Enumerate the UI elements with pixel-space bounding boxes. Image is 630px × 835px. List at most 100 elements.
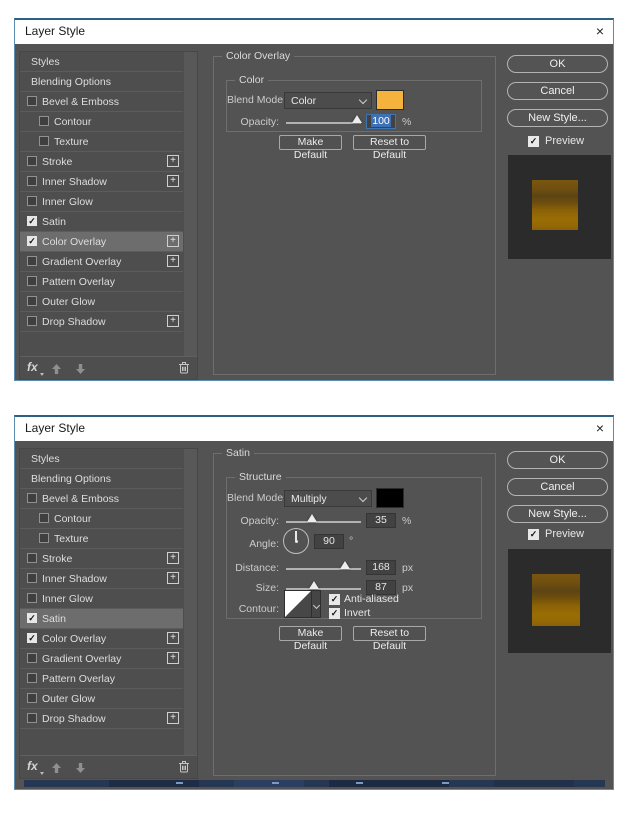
reset-to-default-button[interactable]: Reset to Default bbox=[353, 135, 426, 161]
sidebar-effect-row[interactable]: Inner Glow bbox=[20, 192, 183, 212]
sidebar-effect-row[interactable]: Inner Glow bbox=[20, 589, 183, 609]
ok-button[interactable]: OK bbox=[507, 55, 608, 73]
ok-button[interactable]: OK bbox=[507, 451, 608, 469]
move-up-icon[interactable] bbox=[51, 362, 62, 380]
add-instance-icon[interactable] bbox=[167, 235, 179, 247]
size-slider-thumb[interactable] bbox=[308, 581, 319, 589]
effect-checkbox[interactable] bbox=[27, 673, 37, 683]
sidebar-effect-row[interactable]: Color Overlay bbox=[20, 232, 183, 252]
effect-checkbox[interactable] bbox=[27, 96, 37, 106]
sidebar-effect-row[interactable]: Bevel & Emboss bbox=[20, 489, 183, 509]
close-icon[interactable]: × bbox=[596, 420, 604, 436]
contour-dropdown[interactable] bbox=[312, 590, 321, 618]
sidebar-effect-row[interactable]: Satin bbox=[20, 212, 183, 232]
angle-input[interactable]: 90 bbox=[314, 534, 344, 549]
effect-checkbox[interactable] bbox=[39, 136, 49, 146]
opacity-input[interactable]: 100 bbox=[366, 114, 396, 129]
sidebar-effect-row[interactable]: Gradient Overlay bbox=[20, 649, 183, 669]
move-down-icon[interactable] bbox=[75, 362, 86, 380]
angle-dial[interactable] bbox=[283, 528, 309, 554]
effect-checkbox[interactable] bbox=[27, 196, 37, 206]
opacity-input[interactable]: 35 bbox=[366, 513, 396, 528]
new-style-button[interactable]: New Style... bbox=[507, 109, 608, 127]
fx-icon[interactable]: fx bbox=[27, 759, 38, 773]
sidebar-effect-row[interactable]: Inner Shadow bbox=[20, 172, 183, 192]
sidebar-effect-row[interactable]: Satin bbox=[20, 609, 183, 629]
sidebar-scrollbar[interactable] bbox=[184, 449, 197, 755]
sidebar-effect-row[interactable]: Texture bbox=[20, 529, 183, 549]
satin-color-swatch[interactable] bbox=[376, 488, 404, 508]
fx-icon[interactable]: fx bbox=[27, 360, 38, 374]
sidebar-effect-row[interactable]: Pattern Overlay bbox=[20, 669, 183, 689]
make-default-button[interactable]: Make Default bbox=[279, 626, 342, 652]
titlebar[interactable]: Layer Style × bbox=[15, 20, 613, 44]
effect-checkbox[interactable] bbox=[27, 553, 37, 563]
blend-mode-dropdown[interactable]: Multiply bbox=[284, 490, 372, 507]
effect-checkbox[interactable] bbox=[39, 513, 49, 523]
sidebar-effect-row[interactable]: Gradient Overlay bbox=[20, 252, 183, 272]
cancel-button[interactable]: Cancel bbox=[507, 478, 608, 496]
distance-input[interactable]: 168 bbox=[366, 560, 396, 575]
titlebar[interactable]: Layer Style × bbox=[15, 417, 613, 441]
sidebar-effect-row[interactable]: Texture bbox=[20, 132, 183, 152]
trash-icon[interactable] bbox=[178, 361, 190, 379]
sidebar-effect-row[interactable]: Outer Glow bbox=[20, 689, 183, 709]
overlay-color-swatch[interactable] bbox=[376, 90, 404, 110]
sidebar-effect-row[interactable]: Pattern Overlay bbox=[20, 272, 183, 292]
add-instance-icon[interactable] bbox=[167, 155, 179, 167]
effect-checkbox[interactable] bbox=[27, 256, 37, 266]
distance-slider-thumb[interactable] bbox=[340, 561, 351, 569]
effect-checkbox[interactable] bbox=[27, 693, 37, 703]
move-up-icon[interactable] bbox=[51, 761, 62, 779]
add-instance-icon[interactable] bbox=[167, 712, 179, 724]
sidebar-effect-row[interactable]: Stroke bbox=[20, 549, 183, 569]
effect-checkbox[interactable] bbox=[27, 593, 37, 603]
sidebar-effect-row[interactable]: Blending Options bbox=[20, 72, 183, 92]
sidebar-effect-row[interactable]: Drop Shadow bbox=[20, 709, 183, 729]
sidebar-effect-row[interactable]: Outer Glow bbox=[20, 292, 183, 312]
effect-checkbox[interactable] bbox=[39, 116, 49, 126]
effect-checkbox[interactable] bbox=[39, 533, 49, 543]
add-instance-icon[interactable] bbox=[167, 572, 179, 584]
sidebar-effect-row[interactable]: Styles bbox=[20, 52, 183, 72]
sidebar-effect-row[interactable]: Inner Shadow bbox=[20, 569, 183, 589]
effect-checkbox[interactable] bbox=[27, 236, 37, 246]
distance-slider[interactable] bbox=[286, 561, 361, 570]
opacity-slider[interactable] bbox=[286, 115, 362, 124]
sidebar-effect-row[interactable]: Styles bbox=[20, 449, 183, 469]
sidebar-scrollbar[interactable] bbox=[184, 52, 197, 356]
opacity-slider-thumb[interactable] bbox=[307, 514, 318, 522]
effect-checkbox[interactable] bbox=[27, 156, 37, 166]
effect-checkbox[interactable] bbox=[27, 276, 37, 286]
contour-picker[interactable] bbox=[284, 590, 312, 618]
preview-checkbox[interactable] bbox=[528, 529, 539, 540]
add-instance-icon[interactable] bbox=[167, 175, 179, 187]
effect-checkbox[interactable] bbox=[27, 653, 37, 663]
sidebar-effect-row[interactable]: Drop Shadow bbox=[20, 312, 183, 332]
invert-checkbox[interactable] bbox=[329, 608, 340, 619]
sidebar-effect-row[interactable]: Contour bbox=[20, 509, 183, 529]
effect-checkbox[interactable] bbox=[27, 493, 37, 503]
sidebar-effect-row[interactable]: Bevel & Emboss bbox=[20, 92, 183, 112]
sidebar-effect-row[interactable]: Color Overlay bbox=[20, 629, 183, 649]
effect-checkbox[interactable] bbox=[27, 316, 37, 326]
effect-checkbox[interactable] bbox=[27, 573, 37, 583]
anti-aliased-checkbox[interactable] bbox=[329, 594, 340, 605]
effect-checkbox[interactable] bbox=[27, 216, 37, 226]
effect-checkbox[interactable] bbox=[27, 613, 37, 623]
effect-checkbox[interactable] bbox=[27, 633, 37, 643]
trash-icon[interactable] bbox=[178, 760, 190, 778]
opacity-slider-thumb[interactable] bbox=[351, 115, 362, 123]
sidebar-effect-row[interactable]: Contour bbox=[20, 112, 183, 132]
reset-to-default-button[interactable]: Reset to Default bbox=[353, 626, 426, 652]
cancel-button[interactable]: Cancel bbox=[507, 82, 608, 100]
close-icon[interactable]: × bbox=[596, 23, 604, 39]
sidebar-effect-row[interactable]: Blending Options bbox=[20, 469, 183, 489]
add-instance-icon[interactable] bbox=[167, 255, 179, 267]
move-down-icon[interactable] bbox=[75, 761, 86, 779]
opacity-slider[interactable] bbox=[286, 514, 361, 523]
effect-checkbox[interactable] bbox=[27, 713, 37, 723]
preview-checkbox[interactable] bbox=[528, 136, 539, 147]
effect-checkbox[interactable] bbox=[27, 296, 37, 306]
add-instance-icon[interactable] bbox=[167, 652, 179, 664]
